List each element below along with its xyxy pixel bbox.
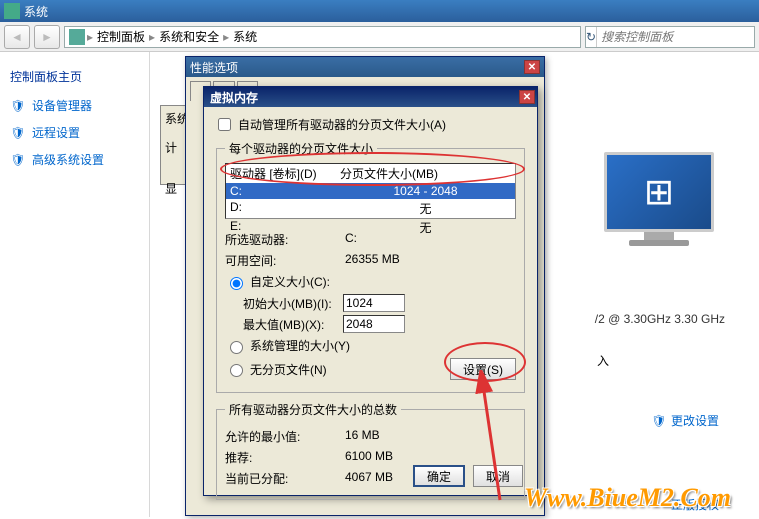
refresh-icon[interactable]: ↻: [586, 27, 597, 47]
drive-letter: C:: [230, 184, 340, 198]
drive-paging: 无: [340, 200, 511, 217]
selected-drive-label: 所选驱动器:: [225, 231, 345, 248]
per-drive-fieldset: 每个驱动器的分页文件大小 驱动器 [卷标](D) 分页文件大小(MB) C: 1…: [216, 140, 525, 393]
change-settings-label: 更改设置: [671, 412, 719, 429]
initial-size-input[interactable]: [343, 294, 405, 312]
sidebar: 控制面板主页 🛡 设备管理器 🛡 远程设置 🛡 高级系统设置: [0, 52, 150, 517]
window-titlebar[interactable]: 系统: [0, 0, 759, 22]
breadcrumb-item[interactable]: 系统: [231, 28, 259, 45]
drive-paging: 1024 - 2048: [340, 184, 511, 198]
cancel-button[interactable]: 取消: [473, 465, 523, 487]
dialog-titlebar[interactable]: 虚拟内存 ✕: [204, 87, 537, 107]
min-allowed-label: 允许的最小值:: [225, 428, 345, 445]
close-icon[interactable]: ✕: [519, 90, 535, 104]
current-alloc-value: 4067 MB: [345, 470, 393, 487]
virtual-memory-dialog: 虚拟内存 ✕ 自动管理所有驱动器的分页文件大小(A) 每个驱动器的分页文件大小 …: [203, 86, 538, 496]
drive-list[interactable]: 驱动器 [卷标](D) 分页文件大小(MB) C: 1024 - 2048 D:…: [225, 163, 516, 219]
breadcrumb[interactable]: ▸ 控制面板 ▸ 系统和安全 ▸ 系统: [64, 26, 581, 48]
no-paging-label: 无分页文件(N): [250, 361, 327, 378]
custom-size-label: 自定义大小(C):: [250, 273, 330, 290]
avail-space-label: 可用空间:: [225, 252, 345, 269]
drive-row[interactable]: C: 1024 - 2048: [226, 183, 515, 199]
sidebar-item-label: 远程设置: [32, 124, 80, 141]
no-paging-radio[interactable]: [230, 364, 243, 377]
selected-drive-value: C:: [345, 231, 357, 248]
ok-button[interactable]: 确定: [413, 465, 465, 487]
search-input[interactable]: [597, 30, 759, 44]
column-header: 分页文件大小(MB): [340, 165, 438, 182]
sidebar-item-device-manager[interactable]: 🛡 设备管理器: [10, 97, 139, 114]
system-managed-radio[interactable]: [230, 341, 243, 354]
recommended-label: 推荐:: [225, 449, 345, 466]
auto-manage-label: 自动管理所有驱动器的分页文件大小(A): [238, 116, 446, 133]
cpu-info-text: /2 @ 3.30GHz 3.30 GHz: [595, 312, 725, 326]
shield-icon: 🛡: [651, 413, 667, 429]
current-alloc-label: 当前已分配:: [225, 470, 345, 487]
chevron-right-icon: ▸: [149, 30, 155, 44]
change-settings-link[interactable]: 🛡 更改设置: [651, 412, 719, 429]
search-box[interactable]: ↻: [585, 26, 755, 48]
dialog-body: 自动管理所有驱动器的分页文件大小(A) 每个驱动器的分页文件大小 驱动器 [卷标…: [204, 107, 537, 516]
max-size-label: 最大值(MB)(X):: [243, 316, 343, 333]
forward-button[interactable]: ►: [34, 25, 60, 49]
fieldset-legend: 所有驱动器分页文件大小的总数: [225, 401, 401, 418]
sidebar-item-advanced-settings[interactable]: 🛡 高级系统设置: [10, 151, 139, 168]
window-title: 系统: [24, 3, 48, 20]
back-button[interactable]: ◄: [4, 25, 30, 49]
custom-size-radio[interactable]: [230, 277, 243, 290]
close-icon[interactable]: ✕: [524, 60, 540, 74]
computer-icon: [69, 29, 85, 45]
dialog-title: 虚拟内存: [210, 89, 258, 106]
dialog-title: 性能选项: [190, 59, 238, 76]
max-size-input[interactable]: [343, 315, 405, 333]
shield-icon: 🛡: [10, 98, 26, 114]
recommended-value: 6100 MB: [345, 449, 393, 466]
sidebar-item-label: 设备管理器: [32, 97, 92, 114]
column-header: 驱动器 [卷标](D): [230, 165, 340, 182]
shield-icon: 🛡: [10, 125, 26, 141]
avail-space-value: 26355 MB: [345, 252, 400, 269]
sidebar-title: 控制面板主页: [10, 68, 139, 85]
breadcrumb-item[interactable]: 控制面板: [95, 28, 147, 45]
pen-input-text: 入: [597, 352, 609, 369]
fieldset-legend: 每个驱动器的分页文件大小: [225, 140, 377, 157]
set-button[interactable]: 设置(S): [450, 358, 516, 380]
auto-manage-checkbox[interactable]: [218, 118, 231, 131]
legal-link[interactable]: 正版授权: [671, 496, 719, 513]
chevron-right-icon: ▸: [223, 30, 229, 44]
shield-icon: 🛡: [10, 152, 26, 168]
min-allowed-value: 16 MB: [345, 428, 380, 445]
windows-logo-icon: ⊞: [644, 171, 674, 213]
drive-row[interactable]: D: 无: [226, 199, 515, 218]
sidebar-item-label: 高级系统设置: [32, 151, 104, 168]
breadcrumb-item[interactable]: 系统和安全: [157, 28, 221, 45]
chevron-right-icon: ▸: [87, 30, 93, 44]
drive-list-header: 驱动器 [卷标](D) 分页文件大小(MB): [226, 164, 515, 183]
drive-letter: D:: [230, 200, 340, 217]
app-icon: [4, 3, 20, 19]
system-managed-label: 系统管理的大小(Y): [250, 337, 350, 354]
initial-size-label: 初始大小(MB)(I):: [243, 295, 343, 312]
nav-toolbar: ◄ ► ▸ 控制面板 ▸ 系统和安全 ▸ 系统 ↻: [0, 22, 759, 52]
computer-image: ⊞: [599, 152, 719, 252]
dialog-titlebar[interactable]: 性能选项 ✕: [186, 57, 544, 77]
sidebar-item-remote-settings[interactable]: 🛡 远程设置: [10, 124, 139, 141]
drive-paging: 无: [340, 219, 511, 236]
